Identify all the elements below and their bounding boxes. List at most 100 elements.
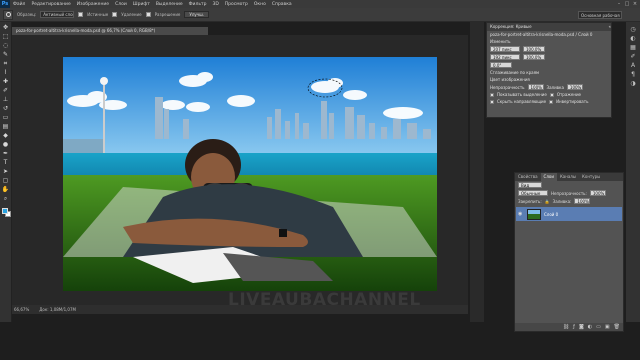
layer-row[interactable]: ◉ Слой 0 xyxy=(516,207,622,221)
scale-y-field[interactable]: 100,0% xyxy=(523,54,545,60)
brush-panel-icon[interactable]: ✐ xyxy=(629,53,637,60)
watermark: LIVEAUBACHANNEL xyxy=(228,290,421,310)
trash-icon[interactable]: 🗑 xyxy=(614,324,620,330)
minimize-icon[interactable]: – xyxy=(616,1,622,7)
foreground-color-swatch[interactable] xyxy=(2,208,8,214)
history-brush-icon[interactable]: ↺ xyxy=(1,105,10,113)
sample-select[interactable]: Активный слой xyxy=(40,11,75,18)
tab-properties[interactable]: Свойства xyxy=(515,173,541,181)
opacity-row-field[interactable]: 100% xyxy=(527,84,544,90)
menu-view[interactable]: Просмотр xyxy=(222,2,251,7)
tab-paths[interactable]: Контуры xyxy=(579,173,603,181)
workspace-select[interactable]: Основная рабочая среда xyxy=(578,11,622,19)
eraser-tool-icon[interactable]: ▭ xyxy=(1,114,10,122)
hand-tool-icon[interactable]: ✋ xyxy=(1,186,10,194)
layer-name[interactable]: Слой 0 xyxy=(544,212,558,217)
history-panel-icon[interactable]: ◷ xyxy=(629,26,637,33)
zoom-level[interactable]: 66,67% xyxy=(14,307,29,312)
checkbox-1-label: Истинные xyxy=(87,12,109,17)
zoom-tool-icon[interactable]: ⌕ xyxy=(1,195,10,203)
menu-image[interactable]: Изображение xyxy=(74,2,112,7)
properties-title: Коррекция: Кривые xyxy=(490,24,532,29)
color-label: Цвет изображения xyxy=(490,77,530,82)
fill-input[interactable]: 100% xyxy=(574,198,591,204)
menu-file[interactable]: Файл xyxy=(10,2,28,7)
adjustments-panel-icon[interactable]: ◑ xyxy=(629,80,637,87)
checkbox-2[interactable] xyxy=(112,12,118,17)
new-layer-icon[interactable]: ▣ xyxy=(605,324,610,330)
eyedropper-tool-icon[interactable]: ⌇ xyxy=(1,69,10,77)
eye-icon[interactable]: ◉ xyxy=(518,211,524,217)
hide-guides-label: Скрыть направляющие xyxy=(497,99,547,104)
options-bar: Образец: Активный слой Истинные Удаление… xyxy=(0,8,640,22)
height-field[interactable]: 192 пикс xyxy=(490,54,520,60)
marquee-tool-icon[interactable]: ⬚ xyxy=(1,33,10,41)
opacity-input[interactable]: 100% xyxy=(589,190,606,196)
blend-mode-select[interactable]: Обычные xyxy=(518,190,548,196)
move-tool-icon[interactable]: ✥ xyxy=(1,24,10,32)
angle-field[interactable]: 0,0° xyxy=(490,62,512,68)
panel-close-icon[interactable]: « xyxy=(609,23,611,31)
pen-tool-icon[interactable]: ✒ xyxy=(1,150,10,158)
kind-filter-select[interactable]: Вид xyxy=(518,182,542,188)
blur-tool-icon[interactable]: ◆ xyxy=(1,132,10,140)
stamp-tool-icon[interactable]: ⊥ xyxy=(1,96,10,104)
checkbox-3[interactable] xyxy=(145,12,151,17)
maximize-icon[interactable]: □ xyxy=(624,1,630,7)
reflection-checkbox[interactable] xyxy=(549,92,554,97)
hide-guides-checkbox[interactable] xyxy=(490,99,494,104)
mask-icon[interactable]: ◙ xyxy=(579,324,584,330)
doc-size: Док: 1,08М/1,07М xyxy=(39,307,76,312)
menu-layers[interactable]: Слои xyxy=(112,2,130,7)
menu-bar: Ps Файл Редактирование Изображение Слои … xyxy=(0,0,640,8)
document-tab[interactable]: poza-for-portret-altitra-krisnella-moda.… xyxy=(12,27,208,35)
menu-window[interactable]: Окно xyxy=(251,2,269,7)
shape-tool-icon[interactable]: ▢ xyxy=(1,177,10,185)
adjustment-layer-icon[interactable]: ◐ xyxy=(588,324,592,330)
layers-panel: Свойства Слои Каналы Контуры Вид Обычные… xyxy=(514,172,624,332)
show-selection-checkbox[interactable] xyxy=(490,92,494,97)
brush-tool-icon[interactable]: ✐ xyxy=(1,87,10,95)
menu-edit[interactable]: Редактирование xyxy=(28,2,73,7)
menu-filter[interactable]: Фильтр xyxy=(186,2,210,7)
collapsed-panel-strip xyxy=(470,22,484,322)
width-field[interactable]: 207 пикс xyxy=(490,46,520,52)
checkbox-1[interactable] xyxy=(78,12,84,17)
tab-layers[interactable]: Слои xyxy=(540,173,557,181)
quick-select-tool-icon[interactable]: ✎ xyxy=(1,51,10,59)
type-tool-icon[interactable]: T xyxy=(1,159,10,167)
healing-tool-icon[interactable]: ✚ xyxy=(1,78,10,86)
menu-3d[interactable]: 3D xyxy=(209,2,221,7)
gradient-tool-icon[interactable]: ▤ xyxy=(1,123,10,131)
tab-channels[interactable]: Каналы xyxy=(557,173,579,181)
photo-canvas[interactable] xyxy=(63,57,437,291)
close-icon[interactable]: × xyxy=(632,1,638,7)
active-tool-icon[interactable] xyxy=(3,9,13,20)
character-panel-icon[interactable]: A xyxy=(629,62,637,69)
lock-icon[interactable]: 🔒 xyxy=(545,199,550,204)
link-icon[interactable]: ⛓ xyxy=(563,324,569,330)
invert-checkbox[interactable] xyxy=(549,99,554,104)
crop-tool-icon[interactable]: ⌗ xyxy=(1,60,10,68)
menu-help[interactable]: Справка xyxy=(269,2,295,7)
refine-button[interactable]: Улучш. xyxy=(184,11,210,18)
fx-icon[interactable]: ƒ xyxy=(573,324,575,330)
path-select-tool-icon[interactable]: ➤ xyxy=(1,168,10,176)
paragraph-panel-icon[interactable]: ¶ xyxy=(629,71,637,78)
fill-label: Заливка: xyxy=(552,198,572,204)
menu-type[interactable]: Шрифт xyxy=(130,2,153,7)
swatches-panel-icon[interactable]: ▦ xyxy=(629,44,637,51)
layers-footer: ⛓ ƒ ◙ ◐ ▭ ▣ 🗑 xyxy=(515,323,623,331)
opacity-label: Непрозрачность: xyxy=(551,190,587,196)
opacity-row-label: Непрозрачность xyxy=(490,84,525,90)
dodge-tool-icon[interactable]: ● xyxy=(1,141,10,149)
menu-select[interactable]: Выделение xyxy=(153,2,186,7)
sample-label: Образец: xyxy=(17,12,37,17)
layer-thumbnail xyxy=(527,208,541,220)
color-panel-icon[interactable]: ◐ xyxy=(629,35,637,42)
scale-x-field[interactable]: 100,0% xyxy=(523,46,545,52)
group-icon[interactable]: ▭ xyxy=(596,324,601,330)
lasso-tool-icon[interactable]: ◌ xyxy=(1,42,10,50)
properties-doc-name: poza-for-portret-altitra-krisnella-moda.… xyxy=(490,32,593,37)
fill-row-field[interactable]: 100% xyxy=(566,84,583,90)
